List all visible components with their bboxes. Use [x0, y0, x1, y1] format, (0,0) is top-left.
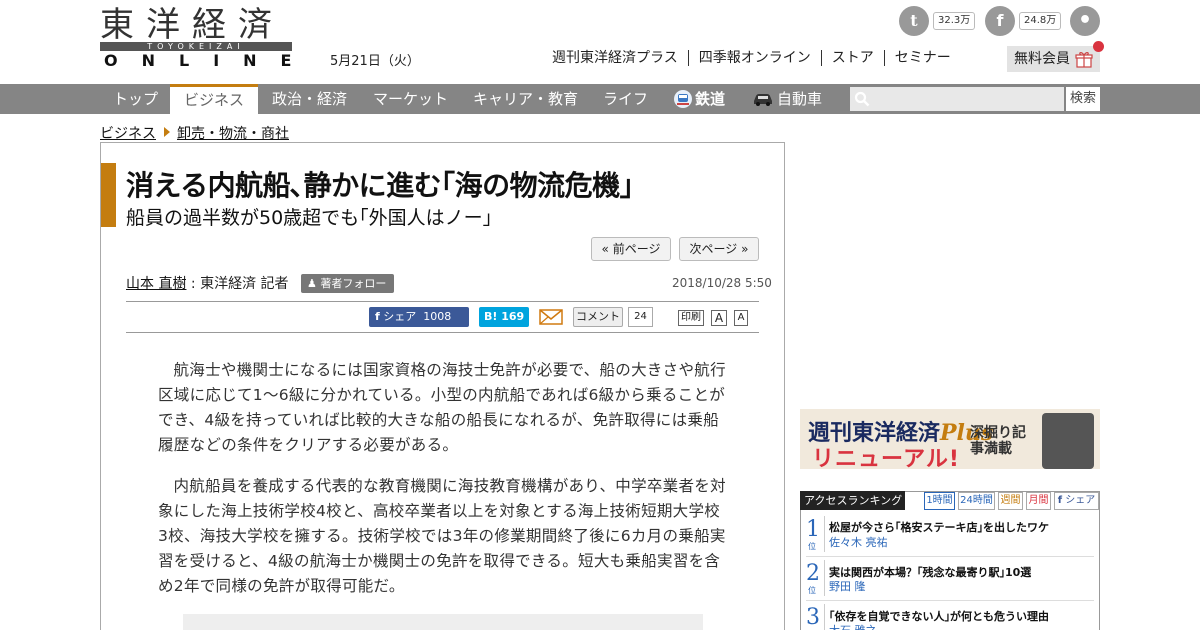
- link-seminar[interactable]: セミナー: [883, 50, 961, 66]
- article-paragraph-2: 内航船員を養成する代表的な教育機関に海技教育機構があり、中学卒業者を対象にした海…: [158, 477, 726, 595]
- embedded-media-placeholder: [183, 614, 703, 630]
- top-links: 週刊東洋経済プラス 四季報オンライン ストア セミナー: [552, 50, 961, 66]
- share-divider-bottom: [126, 332, 759, 333]
- hatena-count: 169: [501, 310, 525, 323]
- logo-en[interactable]: ONLINE: [104, 52, 315, 70]
- train-icon: [674, 90, 692, 108]
- next-page-button[interactable]: 次ページ »: [679, 237, 759, 261]
- logo-sub: TOYOKEIZAI: [147, 42, 245, 51]
- logo-jp[interactable]: 東洋経済: [100, 6, 284, 44]
- comment-button[interactable]: コメント: [573, 307, 623, 327]
- ranking-tab-weekly[interactable]: 週間: [998, 492, 1023, 510]
- prev-page-button[interactable]: « 前ページ: [591, 237, 671, 261]
- rank-number-3: 3: [806, 605, 820, 630]
- nav-life[interactable]: ライフ: [603, 84, 648, 114]
- article-title: 消える内航船､静かに進む｢海の物流危機｣: [126, 169, 634, 202]
- person-icon: ♟: [307, 277, 321, 290]
- rss-icon[interactable]: •: [1070, 6, 1100, 36]
- smartphone-image: [1042, 413, 1094, 469]
- nav-career-education[interactable]: キャリア・教育: [473, 84, 578, 114]
- nav-railway[interactable]: 鉄道: [695, 84, 725, 114]
- notification-dot: [1093, 41, 1104, 52]
- page: 東洋経済 TOYOKEIZAI ONLINE 5月21日（火） t 32.3万 …: [0, 0, 1200, 630]
- publish-date: 2018/10/28 5:50: [672, 276, 772, 290]
- nav-market[interactable]: マーケット: [373, 84, 448, 114]
- rank-suffix-1: 位: [808, 542, 816, 551]
- article-paragraph-1: 航海士や機関士になるには国家資格の海技士免許が必要で、船の大きさや航行区域に応じ…: [158, 361, 726, 454]
- font-small-button[interactable]: A: [734, 310, 748, 326]
- rank-author-2[interactable]: 野田 隆: [829, 578, 866, 594]
- gift-icon: [1075, 52, 1093, 68]
- facebook-icon[interactable]: f: [985, 6, 1015, 36]
- rank-suffix-2: 位: [808, 586, 816, 595]
- hatena-icon: B!: [484, 310, 498, 323]
- facebook-share-button[interactable]: f シェア 1008: [369, 307, 469, 327]
- nav-top[interactable]: トップ: [113, 84, 158, 114]
- car-icon: [754, 94, 772, 106]
- toyokeizai-plus-banner[interactable]: 週刊東洋経済Plus リニューアル! 深掘り記事満載: [800, 409, 1100, 469]
- rank-number-2: 2: [806, 561, 820, 586]
- rank-title-1[interactable]: 松屋が今さら｢格安ステーキ店｣を出したワケ: [829, 519, 1049, 535]
- follow-author-button[interactable]: ♟ 著者フォロー: [301, 274, 394, 293]
- article-subtitle: 船員の過半数が50歳超でも｢外国人はノー｣: [126, 207, 493, 229]
- hatena-bookmark-button[interactable]: B! 169: [479, 307, 529, 327]
- ranking-tab-monthly[interactable]: 月間: [1026, 492, 1051, 510]
- breadcrumb-wholesale[interactable]: 卸売・物流・商社: [177, 123, 289, 143]
- rank-author-3[interactable]: 大石 雅之: [829, 622, 877, 630]
- rank-author-1[interactable]: 佐々木 亮祐: [829, 534, 888, 550]
- print-button[interactable]: 印刷: [678, 310, 704, 326]
- search-input[interactable]: [850, 87, 1064, 111]
- nav-automobile[interactable]: 自動車: [777, 84, 822, 114]
- breadcrumb-business[interactable]: ビジネス: [100, 123, 156, 143]
- font-large-button[interactable]: A: [711, 310, 727, 326]
- author-line: 山本 直樹 : 東洋経済 記者: [126, 273, 289, 293]
- banner-renewal: リニューアル!: [812, 447, 960, 469]
- twitter-icon[interactable]: t: [899, 6, 929, 36]
- author-role: : 東洋経済 記者: [186, 276, 289, 292]
- rank-separator-2: [806, 600, 1094, 601]
- search-button[interactable]: 検索: [1066, 87, 1100, 111]
- link-shikiho[interactable]: 四季報オンライン: [687, 50, 821, 66]
- ranking-tab-1h[interactable]: 1時間: [924, 492, 955, 510]
- banner-tagline: 深掘り記事満載: [970, 425, 1026, 457]
- ranking-tab-share-label: シェア: [1065, 495, 1096, 506]
- author-name-link[interactable]: 山本 直樹: [126, 276, 186, 292]
- nav-business[interactable]: ビジネス: [170, 84, 258, 114]
- facebook-share-count: 1008: [423, 310, 452, 323]
- share-divider-top: [126, 301, 759, 302]
- rank-divider-1: [824, 516, 825, 552]
- facebook-count: 24.8万: [1019, 12, 1062, 30]
- mail-icon[interactable]: [539, 308, 563, 326]
- comment-count: 24: [628, 307, 653, 327]
- nav-politics-economy[interactable]: 政治・経済: [272, 84, 347, 114]
- ranking-tab-share[interactable]: f シェア: [1054, 492, 1099, 510]
- title-accent-bar: [101, 163, 116, 227]
- header-date: 5月21日（火）: [330, 54, 420, 69]
- twitter-count: 32.3万: [933, 12, 976, 30]
- rank-divider-2: [824, 560, 825, 596]
- ranking-heading: アクセスランキング: [800, 491, 905, 510]
- share-tab-icon: f: [1057, 495, 1063, 506]
- link-weekly-plus[interactable]: 週刊東洋経済プラス: [552, 50, 688, 66]
- facebook-share-icon: f: [375, 310, 380, 323]
- ranking-tab-24h[interactable]: 24時間: [958, 492, 995, 510]
- rank-number-1: 1: [806, 517, 820, 542]
- link-store[interactable]: ストア: [820, 50, 884, 66]
- rank-divider-3: [824, 604, 825, 630]
- rank-separator-1: [806, 556, 1094, 557]
- search-icon: [854, 91, 870, 107]
- facebook-share-label: シェア: [383, 310, 417, 323]
- follow-author-label: 著者フォロー: [320, 277, 387, 290]
- breadcrumb-arrow-icon: [164, 127, 170, 137]
